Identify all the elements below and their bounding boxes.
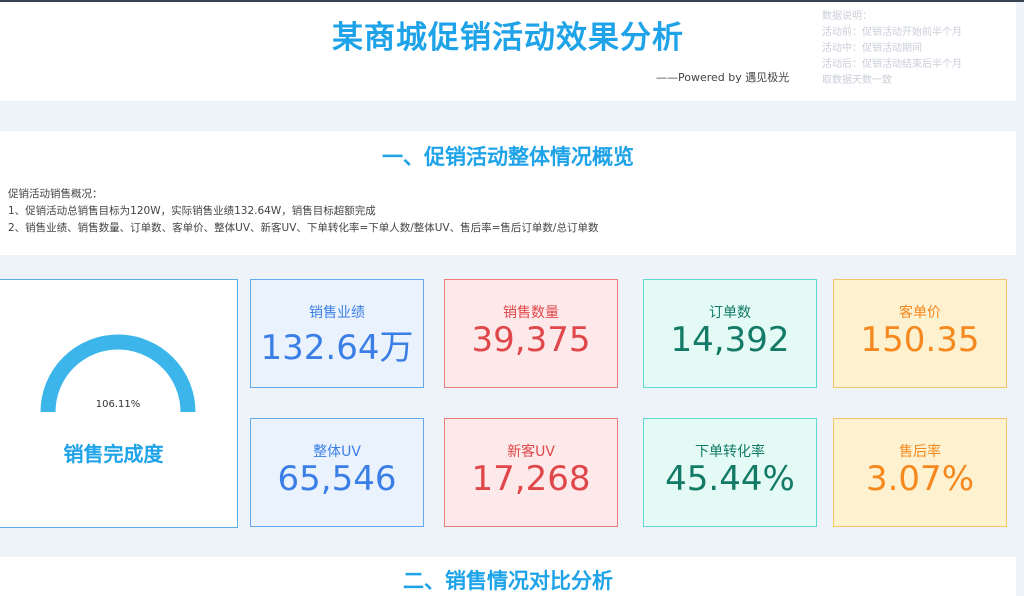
metric-label: 整体UV [313,444,361,460]
overview-line: 1、促销活动总销售目标为120W，实际销售业绩132.64W，销售目标超额完成 [8,205,376,217]
overview-line: 2、销售业绩、销售数量、订单数、客单价、整体UV、新客UV、下单转化率=下单人数… [8,222,599,234]
metric-value: 150.35 [860,320,980,360]
metric-value: 132.64万 [260,328,414,368]
metric-card-new-uv: 新客UV 17,268 [444,418,618,527]
section-title: 二、销售情况对比分析 [403,569,613,593]
metric-card-total-uv: 整体UV 65,546 [250,418,424,527]
gauge-label: 销售完成度 [63,442,164,466]
metric-label: 订单数 [709,305,751,321]
data-note-line: 活动中：促销活动期间 [822,43,922,54]
metric-label: 销售业绩 [309,305,365,321]
metric-value: 39,375 [471,320,591,360]
overview-section: 一、促销活动整体情况概览 促销活动销售概况： 1、促销活动总销售目标为120W，… [0,131,1016,255]
metric-value: 14,392 [670,320,790,360]
metric-label: 销售数量 [503,305,559,321]
metric-card-after-sales-rate: 售后率 3.07% [833,418,1007,527]
comparison-section: 二、销售情况对比分析 [0,557,1016,596]
metric-label: 下单转化率 [695,444,765,460]
sales-completion-gauge-card: 106.11% 销售完成度 [0,279,238,528]
data-note-line: 数据说明： [822,11,872,22]
metric-card-avg-order-value: 客单价 150.35 [833,279,1007,388]
metric-card-sales-quantity: 销售数量 39,375 [444,279,618,388]
metric-card-orders: 订单数 14,392 [643,279,817,388]
metric-card-conversion-rate: 下单转化率 45.44% [643,418,817,527]
data-note-line: 取数据天数一致 [822,75,892,86]
data-note-line: 活动前：促销活动开始前半个月 [822,27,962,38]
metric-value: 65,546 [277,459,397,499]
overview-line: 促销活动销售概况： [8,188,103,200]
overview-text: 促销活动销售概况： 1、促销活动总销售目标为120W，实际销售业绩132.64W… [8,186,598,237]
metric-label: 售后率 [899,444,941,460]
data-notes: 数据说明： 活动前：促销活动开始前半个月 活动中：促销活动期间 活动后：促销活动… [822,9,962,89]
header-card: 某商城促销活动效果分析 ——Powered by 遇见极光 数据说明： 活动前：… [0,2,1016,101]
section-title: 一、促销活动整体情况概览 [382,145,634,169]
metric-label: 新客UV [507,444,555,460]
metric-value: 45.44% [665,459,795,499]
metric-label: 客单价 [899,305,941,321]
metric-card-sales-amount: 销售业绩 132.64万 [250,279,424,388]
metric-value: 3.07% [865,459,974,499]
gauge-value: 106.11% [95,399,141,410]
data-note-line: 活动后：促销活动结束后半个月 [822,59,962,70]
metric-value: 17,268 [471,459,591,499]
powered-by-credit: ——Powered by 遇见极光 [656,71,790,84]
